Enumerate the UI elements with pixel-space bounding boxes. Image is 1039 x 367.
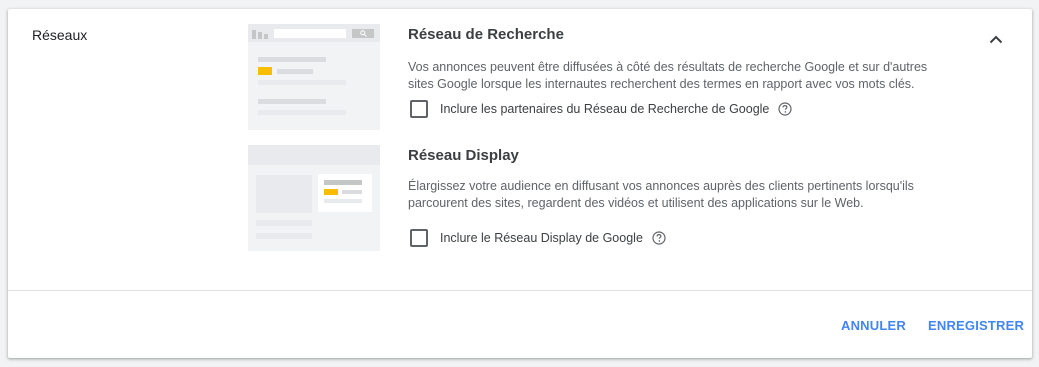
search-network-title: Réseau de Recherche <box>408 26 564 43</box>
search-network-description-line: Vos annonces peuvent être diffusées à cô… <box>408 60 928 74</box>
cancel-button[interactable]: ANNULER <box>841 309 906 341</box>
search-network-description-line: sites Google lorsque les internautes rec… <box>408 77 915 91</box>
display-network-illustration <box>248 145 380 251</box>
display-network-description-line: parcourent des sites, regardent des vidé… <box>408 196 864 210</box>
help-icon[interactable] <box>652 231 666 245</box>
search-partners-label[interactable]: Inclure les partenaires du Réseau de Rec… <box>440 102 769 116</box>
search-network-illustration <box>248 24 380 130</box>
display-network-checkbox[interactable] <box>410 229 428 247</box>
save-button[interactable]: ENREGISTRER <box>928 309 1024 341</box>
search-partners-option: Inclure les partenaires du Réseau de Rec… <box>410 99 792 119</box>
search-network-description: Vos annonces peuvent être diffusées à cô… <box>408 59 968 93</box>
display-network-label[interactable]: Inclure le Réseau Display de Google <box>440 231 643 245</box>
help-icon[interactable] <box>778 102 792 116</box>
collapse-button[interactable] <box>984 27 1008 51</box>
search-icon <box>352 29 374 38</box>
display-network-option: Inclure le Réseau Display de Google <box>410 228 666 248</box>
networks-card: Réseaux Réseau de Recherche Vos annonces… <box>8 9 1032 358</box>
display-network-description-line: Élargissez votre audience en diffusant v… <box>408 179 914 193</box>
search-partners-checkbox[interactable] <box>410 100 428 118</box>
chevron-up-icon <box>989 35 1003 43</box>
footer-divider <box>8 290 1032 291</box>
display-network-title: Réseau Display <box>408 147 519 164</box>
display-network-description: Élargissez votre audience en diffusant v… <box>408 178 968 212</box>
section-label: Réseaux <box>32 27 88 43</box>
